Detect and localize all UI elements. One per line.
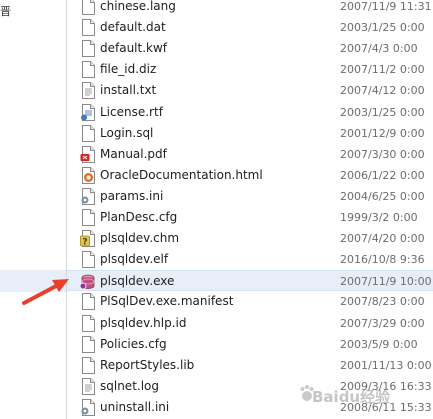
file-row[interactable]: Manual.pdf 2007/3/30 0:00 [67, 144, 433, 165]
exe-file-icon [80, 274, 95, 290]
file-modified-date: 2016/10/8 9:36 [340, 253, 425, 267]
settings-file-icon [81, 187, 95, 205]
file-row[interactable]: file_id.diz 2007/11/2 0:00 [67, 59, 433, 80]
file-modified-date: 2003/1/25 0:00 [340, 105, 425, 119]
file-name[interactable]: chinese.lang [100, 0, 176, 13]
blank-file-icon [82, 335, 95, 353]
file-modified-date: 2007/11/9 11:31 [340, 0, 432, 13]
file-modified-date: 2007/4/3 0:00 [340, 42, 418, 56]
blank-file-icon [82, 209, 95, 226]
file-modified-date: 2007/4/20 0:00 [340, 232, 425, 246]
file-row[interactable]: ReportStyles.lib 2001/11/13 0:00 [67, 355, 433, 376]
file-row[interactable]: plsqldev.hlp.id 2007/3/29 0:00 [67, 313, 433, 334]
file-name[interactable]: uninstall.ini [100, 400, 169, 414]
file-name[interactable]: plsqldev.hlp.id [100, 316, 186, 330]
file-row[interactable]: Login.sql 2001/12/9 0:00 [67, 123, 433, 144]
file-row[interactable]: OracleDocumentation.html 2006/1/22 0:00 [67, 165, 433, 186]
blank-file-icon [82, 251, 95, 269]
text-file-icon [82, 377, 95, 395]
file-modified-date: 2003/1/25 0:00 [340, 21, 425, 35]
file-row[interactable]: sqlnet.log 2009/3/16 16:33 [67, 376, 433, 397]
file-modified-date: 2007/3/29 0:00 [340, 316, 425, 330]
rtf-file-icon [81, 103, 95, 121]
navigation-pane: 晋 [0, 0, 66, 419]
file-row[interactable]: params.ini 2004/6/25 0:00 [67, 186, 433, 207]
settings-file-icon [81, 398, 95, 416]
file-name[interactable]: sqlnet.log [100, 379, 159, 393]
file-modified-date: 2001/11/13 0:00 [340, 358, 432, 372]
svg-text:?: ? [82, 238, 87, 248]
file-row[interactable]: uninstall.ini 2008/6/11 15:33 [67, 397, 433, 418]
file-modified-date: 2004/6/25 0:00 [340, 189, 425, 203]
file-row[interactable]: PlSqlDev.exe.manifest 2007/8/23 0:00 [67, 291, 433, 312]
nav-item-label[interactable]: 晋 [0, 3, 11, 19]
file-name[interactable]: ReportStyles.lib [100, 358, 194, 372]
blank-file-icon [82, 0, 95, 15]
html-file-icon [82, 166, 95, 184]
file-name[interactable]: plsqldev.exe [100, 274, 174, 288]
file-row[interactable]: License.rtf 2003/1/25 0:00 [67, 102, 433, 123]
file-name[interactable]: file_id.diz [100, 62, 156, 76]
file-row[interactable]: default.dat 2003/1/25 0:00 [67, 17, 433, 38]
blank-file-icon [82, 40, 95, 58]
file-name[interactable]: PlanDesc.cfg [100, 210, 177, 224]
file-name[interactable]: install.txt [100, 83, 156, 97]
file-row[interactable]: install.txt 2007/4/12 0:00 [67, 80, 433, 101]
file-name[interactable]: plsqldev.elf [100, 252, 168, 266]
blank-file-icon [82, 356, 95, 374]
file-name[interactable]: params.ini [100, 189, 163, 203]
file-row[interactable]: plsqldev.exe 2007/11/9 10:00 [67, 270, 433, 292]
file-row[interactable]: Policies.cfg 2003/5/9 0:00 [67, 334, 433, 355]
file-name[interactable]: plsqldev.chm [100, 231, 179, 245]
pdf-file-icon [80, 145, 95, 163]
file-row[interactable]: default.kwf 2007/4/3 0:00 [67, 38, 433, 59]
file-name[interactable]: Login.sql [100, 126, 153, 140]
file-modified-date: 1999/3/2 0:00 [340, 211, 418, 224]
file-name[interactable]: Policies.cfg [100, 337, 167, 351]
blank-file-icon [82, 314, 95, 332]
text-file-icon [82, 82, 95, 100]
file-modified-date: 2007/11/2 0:00 [340, 63, 425, 77]
annotation-arrow-icon [22, 279, 69, 305]
file-name[interactable]: License.rtf [100, 105, 163, 119]
file-name[interactable]: default.kwf [100, 41, 167, 55]
explorer-window: 晋 chinese.lang 2007/11/9 11:31 default.dat… [0, 0, 433, 419]
file-list: chinese.lang 2007/11/9 11:31 default.dat 20… [67, 0, 433, 419]
file-row[interactable]: chinese.lang 2007/11/9 11:31 [67, 0, 433, 17]
help-file-icon: ? [80, 230, 95, 248]
file-modified-date: 2009/3/16 16:33 [340, 379, 432, 393]
file-modified-date: 2006/1/22 0:00 [340, 168, 425, 182]
file-name[interactable]: default.dat [100, 20, 166, 34]
file-modified-date: 2007/4/12 0:00 [340, 84, 425, 98]
file-name[interactable]: OracleDocumentation.html [100, 168, 263, 182]
blank-file-icon [82, 19, 95, 37]
file-modified-date: 2001/12/9 0:00 [340, 126, 425, 140]
file-modified-date: 2007/11/9 10:00 [340, 275, 432, 289]
file-row[interactable]: PlanDesc.cfg 1999/3/2 0:00 [67, 207, 433, 228]
file-name[interactable]: PlSqlDev.exe.manifest [100, 294, 233, 308]
file-modified-date: 2008/6/11 15:33 [340, 400, 432, 414]
blank-file-icon [82, 61, 95, 79]
file-row[interactable]: ? plsqldev.chm 2007/4/20 0:00 [67, 228, 433, 249]
file-modified-date: 2007/8/23 0:00 [340, 295, 425, 309]
file-row[interactable]: plsqldev.elf 2016/10/8 9:36 [67, 249, 433, 270]
blank-file-icon [82, 293, 95, 311]
file-name[interactable]: Manual.pdf [100, 147, 167, 161]
file-modified-date: 2007/3/30 0:00 [340, 147, 425, 161]
file-modified-date: 2003/5/9 0:00 [340, 337, 418, 351]
blank-file-icon [82, 124, 95, 142]
